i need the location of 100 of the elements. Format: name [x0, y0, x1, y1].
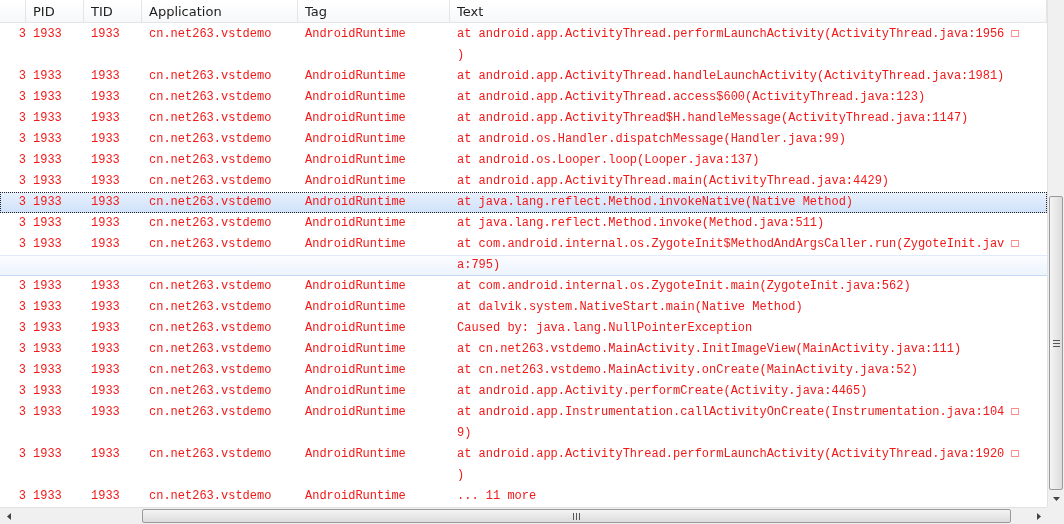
table-cell-text: 3	[17, 89, 26, 106]
table-cell-text: 3	[17, 299, 26, 316]
application-cell-text: cn.net263.vstdemo	[148, 152, 273, 169]
tag-cell-text: AndroidRuntime	[304, 131, 407, 148]
tid-cell-text: 1933	[90, 26, 121, 43]
tid-cell-text: 1933	[90, 236, 121, 253]
selected-row[interactable]: 3 1933 1933 cn.net263.vstdemo AndroidRuntime at java.lang.reflect.Method.invokeNative(Native Method)	[0, 192, 1047, 213]
message-text: at android.app.ActivityThread.performLaunchActivity(ActivityThread.java:1920 □	[456, 446, 1020, 463]
tid-cell-text: 1933	[90, 488, 121, 505]
message-text: at android.app.ActivityThread.performLaunchActivity(ActivityThread.java:1956 □	[456, 26, 1020, 43]
application-header[interactable]: Application	[142, 0, 298, 22]
application-cell-text: cn.net263.vstdemo	[148, 173, 273, 190]
application-cell-text: cn.net263.vstdemo	[148, 383, 273, 400]
horizontal-scrollbar[interactable]	[0, 507, 1047, 524]
application-cell-text: cn.net263.vstdemo	[148, 362, 273, 379]
pid-cell-text: 1933	[32, 89, 63, 106]
message-text: at android.app.ActivityThread$H.handleMessage(ActivityThread.java:1147)	[456, 110, 970, 127]
tid-cell-text: 1933	[90, 194, 121, 211]
application-cell-text: cn.net263.vstdemo	[148, 110, 273, 127]
message-text: at java.lang.reflect.Method.invoke(Method.java:511)	[456, 215, 826, 232]
table-cell-text: 3	[17, 173, 26, 190]
pid-cell-text: 1933	[32, 131, 63, 148]
tag-cell-text: AndroidRuntime	[304, 383, 407, 400]
application-cell-text: cn.net263.vstdemo	[148, 488, 273, 505]
pid-cell-text: 1933	[32, 110, 63, 127]
pid-cell-text: 1933	[32, 404, 63, 421]
tag-cell-text: AndroidRuntime	[304, 320, 407, 337]
table-cell-text: 3	[17, 152, 26, 169]
table-cell-text: 3	[17, 404, 26, 421]
tag-cell-text: AndroidRuntime	[304, 68, 407, 85]
tag-cell-text: AndroidRuntime	[304, 488, 407, 505]
down-arrow-icon[interactable]	[1052, 495, 1060, 502]
message-text: at com.android.internal.os.ZygoteInit$MethodAndArgsCaller.run(ZygoteInit.jav □	[456, 236, 1020, 253]
left-arrow-icon[interactable]	[6, 512, 13, 520]
tid-cell-text: 1933	[90, 299, 121, 316]
tag-cell-text: AndroidRuntime	[304, 173, 407, 190]
tid-cell-text: 1933	[90, 320, 121, 337]
message-text: at android.app.ActivityThread.access$600(ActivityThread.java:123)	[456, 89, 927, 106]
tid-cell-text: 1933	[90, 89, 121, 106]
tag-cell-text: AndroidRuntime	[304, 215, 407, 232]
tid-cell-text: 1933	[90, 131, 121, 148]
tag-cell-text: AndroidRuntime	[304, 152, 407, 169]
message-text: 9)	[456, 425, 473, 442]
pid-cell-text: 1933	[32, 236, 63, 253]
message-text: at android.app.ActivityThread.main(ActivityThread.java:4429)	[456, 173, 891, 190]
pid-cell-text: 1933	[32, 26, 63, 43]
tid-cell-text: 1933	[90, 404, 121, 421]
message-text: at android.app.Instrumentation.callActivityOnCreate(Instrumentation.java:104 □	[456, 404, 1020, 421]
tag-cell-text: AndroidRuntime	[304, 89, 407, 106]
tag-cell-text: AndroidRuntime	[304, 404, 407, 421]
table-cell-text: 3	[17, 383, 26, 400]
pid-cell-text: 1933	[32, 488, 63, 505]
right-arrow-icon[interactable]	[1035, 512, 1042, 520]
message-text: at android.app.ActivityThread.handleLaunchActivity(ActivityThread.java:1981)	[456, 68, 1006, 85]
tag-cell-text: AndroidRuntime	[304, 341, 407, 358]
tid-cell-text: 1933	[90, 215, 121, 232]
scrollbar-thumb[interactable]	[142, 509, 1011, 523]
tid-cell-text: 1933	[90, 278, 121, 295]
tag-cell-text: AndroidRuntime	[304, 362, 407, 379]
vertical-scrollbar[interactable]	[1047, 0, 1064, 507]
table-cell-text: 3	[17, 215, 26, 232]
table-cell-text: 3	[17, 341, 26, 358]
table-cell-text: 3	[17, 194, 26, 211]
message-text: Caused by: java.lang.NullPointerException	[456, 320, 754, 337]
pid-cell-text: 1933	[32, 173, 63, 190]
table-cell-text: 3	[17, 488, 26, 505]
tag-cell-text: AndroidRuntime	[304, 110, 407, 127]
application-cell-text: cn.net263.vstdemo	[148, 194, 273, 211]
pid-cell-text: 1933	[32, 320, 63, 337]
tag-cell-text: AndroidRuntime	[304, 194, 407, 211]
table-cell-text: 3	[17, 362, 26, 379]
table-cell-text: 3	[17, 110, 26, 127]
application-cell-text: cn.net263.vstdemo	[148, 299, 273, 316]
table-cell-text: 3	[17, 26, 26, 43]
tid-cell-text: 1933	[90, 152, 121, 169]
application-cell-text: cn.net263.vstdemo	[148, 236, 273, 253]
message-text: )	[456, 47, 466, 64]
tid-cell-text: 1933	[90, 110, 121, 127]
scrollbar-thumb[interactable]	[1049, 196, 1063, 490]
tid-cell-text: 1933	[90, 446, 121, 463]
tid-cell-text: 1933	[90, 68, 121, 85]
message-text: at java.lang.reflect.Method.invokeNative(Native Method)	[456, 194, 855, 211]
tag-cell-text: AndroidRuntime	[304, 236, 407, 253]
message-text: at android.app.Activity.performCreate(Activity.java:4465)	[456, 383, 869, 400]
pid-header[interactable]: PID	[26, 0, 84, 22]
message-text: at android.os.Looper.loop(Looper.java:137)	[456, 152, 761, 169]
tid-cell-text: 1933	[90, 341, 121, 358]
tag-header[interactable]: Tag	[298, 0, 450, 22]
grip-icon	[1052, 339, 1060, 347]
tid-cell-text: 1933	[90, 173, 121, 190]
application-cell-text: cn.net263.vstdemo	[148, 89, 273, 106]
tag-cell-text: AndroidRuntime	[304, 278, 407, 295]
pid-cell-text: 1933	[32, 278, 63, 295]
message-text: ... 11 more	[456, 488, 538, 505]
message-text: at dalvik.system.NativeStart.main(Native Method)	[456, 299, 804, 316]
pid-cell-text: 1933	[32, 341, 63, 358]
message-text: at cn.net263.vstdemo.MainActivity.InitImageView(MainActivity.java:111)	[456, 341, 963, 358]
pid-cell-text: 1933	[32, 68, 63, 85]
table-cell-text: 3	[17, 320, 26, 337]
tid-header[interactable]: TID	[84, 0, 142, 22]
